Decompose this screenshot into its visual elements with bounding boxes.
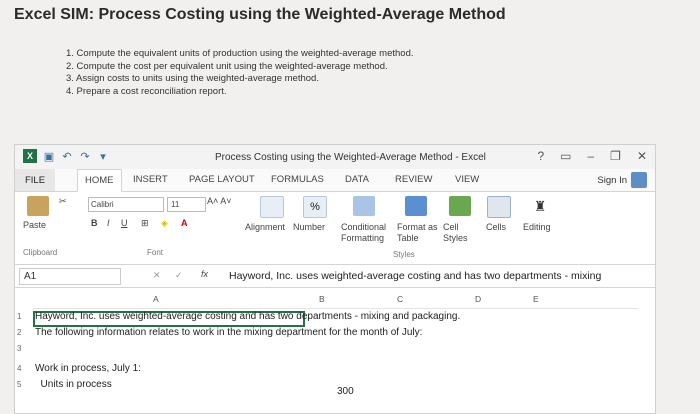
tab-page-layout[interactable]: PAGE LAYOUT [189, 174, 255, 185]
sign-in-button[interactable]: Sign In [597, 172, 647, 188]
customize-icon[interactable]: ▾ [97, 150, 109, 163]
cancel-icon[interactable]: ✕ [153, 270, 161, 281]
row-number[interactable]: 4 [17, 364, 21, 373]
row-number[interactable]: 1 [17, 312, 21, 321]
fill-color-icon[interactable]: ◈ [161, 218, 168, 229]
minimize-icon[interactable]: – [587, 149, 594, 163]
column-header-e[interactable]: E [533, 294, 539, 304]
row-number[interactable]: 2 [17, 328, 21, 337]
tab-file[interactable]: FILE [15, 169, 55, 191]
instruction-item: 4. Prepare a cost reconciliation report. [66, 85, 227, 97]
tab-formulas[interactable]: FORMULAS [271, 174, 324, 185]
quick-access-toolbar: X ▣ ↶ ↷ ▾ [23, 149, 109, 163]
italic-button[interactable]: I [107, 218, 110, 228]
avatar [631, 172, 647, 188]
conditional-formatting-icon[interactable] [353, 196, 375, 216]
cell-styles-button[interactable]: Cell Styles [443, 222, 475, 244]
column-header-c[interactable]: C [397, 294, 403, 304]
font-size-select[interactable]: 11 [167, 197, 206, 212]
sign-in-label: Sign In [597, 174, 627, 186]
help-icon[interactable]: ? [537, 149, 544, 163]
undo-icon[interactable]: ↶ [61, 150, 73, 163]
cell-a5[interactable]: Units in process [35, 379, 112, 390]
cell-a2[interactable]: The following information relates to wor… [35, 327, 422, 338]
column-header-d[interactable]: D [475, 294, 481, 304]
row-number[interactable]: 5 [17, 380, 21, 389]
maximize-icon[interactable]: ❐ [610, 149, 621, 163]
window-title: Process Costing using the Weighted-Avera… [215, 152, 486, 163]
formula-input[interactable]: Hayword, Inc. uses weighted-average cost… [229, 265, 601, 287]
paste-label: Paste [23, 220, 47, 230]
close-icon[interactable]: ✕ [637, 149, 647, 163]
tab-home[interactable]: HOME [77, 169, 122, 192]
title-bar: X ▣ ↶ ↷ ▾ Process Costing using the Weig… [15, 145, 655, 169]
cell-styles-icon[interactable] [449, 196, 471, 216]
grid-line [33, 308, 638, 309]
redo-icon[interactable]: ↷ [79, 150, 91, 163]
page-title: Excel SIM: Process Costing using the Wei… [14, 6, 506, 23]
ribbon-tabs: FILE HOME INSERT PAGE LAYOUT FORMULAS DA… [15, 169, 655, 192]
format-as-table-icon[interactable] [405, 196, 427, 216]
tab-insert[interactable]: INSERT [133, 174, 168, 185]
cell-a4[interactable]: Work in process, July 1: [35, 363, 141, 374]
function-icon[interactable]: fx [201, 269, 208, 279]
cell-b5[interactable]: 300 [337, 386, 354, 397]
instructions-list: 1. Compute the equivalent units of produ… [66, 48, 414, 98]
borders-icon[interactable]: ⊞ [141, 218, 149, 229]
name-box[interactable]: A1 [19, 268, 121, 285]
cells-icon[interactable] [487, 196, 511, 218]
worksheet-grid[interactable]: A B C D E 1 Hayword, Inc. uses weighted-… [15, 288, 655, 413]
percent-icon[interactable]: % [303, 196, 327, 218]
format-as-table-button[interactable]: Format as Table [397, 222, 441, 244]
row-number[interactable]: 3 [17, 344, 21, 353]
number-button[interactable]: Number [293, 222, 325, 232]
save-icon[interactable]: ▣ [43, 150, 55, 163]
column-header-a[interactable]: A [153, 294, 159, 304]
instruction-item: 3. Assign costs to units using the weigh… [66, 73, 319, 84]
paste-icon[interactable] [27, 196, 49, 216]
excel-window: X ▣ ↶ ↷ ▾ Process Costing using the Weig… [14, 144, 656, 414]
grow-font-icon[interactable]: A˄ A˅ [207, 196, 232, 206]
cell-a1[interactable]: Hayword, Inc. uses weighted-average cost… [35, 311, 460, 322]
binoculars-icon[interactable]: ♜ [529, 196, 551, 216]
column-header-b[interactable]: B [319, 294, 325, 304]
ribbon: Paste ✂ Clipboard Calibri 11 A˄ A˅ B I U… [15, 192, 655, 265]
alignment-icon[interactable] [260, 196, 284, 218]
tab-view[interactable]: VIEW [455, 174, 479, 185]
editing-button[interactable]: Editing [523, 222, 551, 232]
enter-icon[interactable]: ✓ [175, 270, 183, 281]
underline-button[interactable]: U [121, 218, 128, 228]
font-group-label: Font [147, 248, 164, 257]
font-name-select[interactable]: Calibri [88, 197, 164, 212]
formula-bar: A1 ✕ ✓ fx Hayword, Inc. uses weighted-av… [15, 265, 655, 288]
instruction-item: 2. Compute the cost per equivalent unit … [66, 60, 388, 72]
cut-icon[interactable]: ✂ [59, 196, 67, 207]
bold-button[interactable]: B [91, 218, 98, 228]
window-controls: ? ▭ – ❐ ✕ [537, 149, 647, 163]
font-color-icon[interactable]: A [181, 218, 188, 228]
clipboard-group-label: Clipboard [23, 248, 58, 257]
styles-group-label: Styles [393, 250, 415, 259]
cells-button[interactable]: Cells [486, 222, 506, 232]
instruction-item: 1. Compute the equivalent units of produ… [66, 48, 414, 59]
alignment-button[interactable]: Alignment [245, 222, 285, 232]
restore-ribbon-icon[interactable]: ▭ [560, 149, 571, 163]
tab-review[interactable]: REVIEW [395, 174, 432, 185]
tab-data[interactable]: DATA [345, 174, 369, 185]
conditional-formatting-button[interactable]: Conditional Formatting [341, 222, 403, 244]
excel-logo-icon: X [23, 149, 37, 163]
